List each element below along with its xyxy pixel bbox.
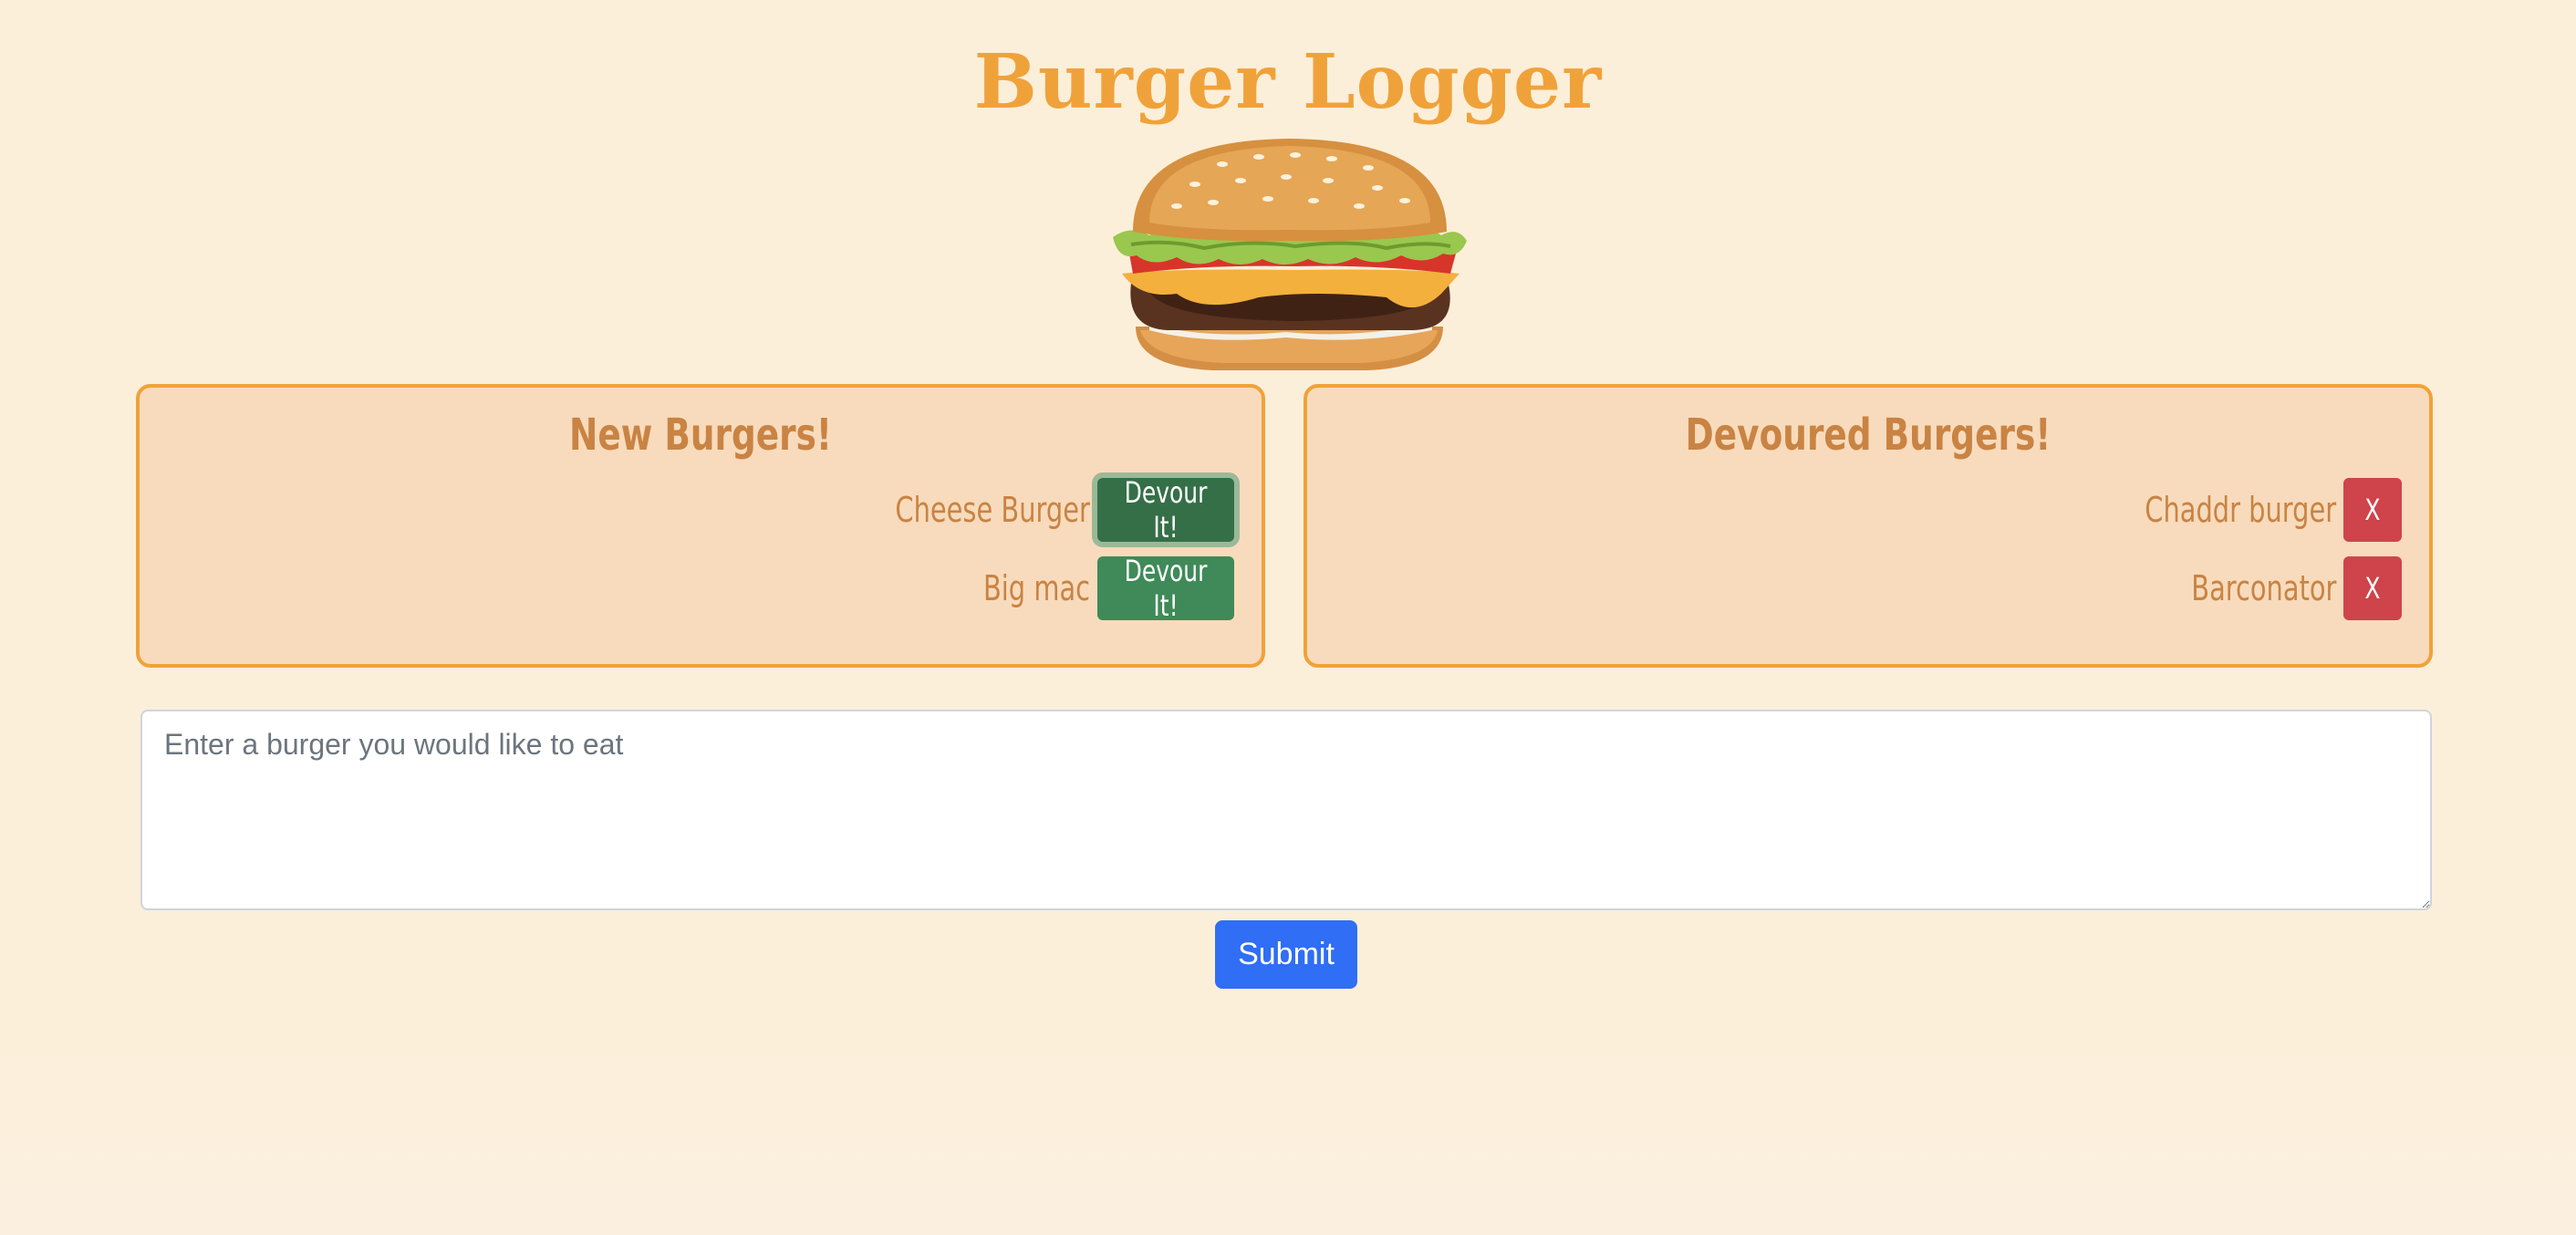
delete-button[interactable]: X (2343, 478, 2402, 542)
devour-button[interactable]: Devour It! (1097, 475, 1234, 545)
list-item: Chaddr burger X (2084, 477, 2402, 543)
list-item: Cheese Burger Devour It! (834, 475, 1234, 545)
burger-input[interactable] (140, 710, 2432, 910)
burger-name: Big mac (982, 568, 1090, 608)
delete-button[interactable]: X (2343, 556, 2402, 620)
list-item: Big mac Devour It! (950, 554, 1234, 623)
devour-button[interactable]: Devour It! (1097, 554, 1234, 623)
burger-image (1113, 139, 1467, 370)
submit-button[interactable]: Submit (1215, 920, 1357, 989)
new-burgers-panel: New Burgers! Cheese Burger Devour It! Bi… (136, 384, 1265, 668)
burger-name: Chaddr burger (2145, 490, 2336, 530)
burger-name: Cheese Burger (895, 490, 1090, 530)
delete-button-label: X (2364, 571, 2381, 606)
devour-button-label: Devour It! (1124, 554, 1208, 623)
devour-button-label: Devour It! (1124, 475, 1208, 545)
burger-name: Barconator (2190, 568, 2336, 608)
delete-button-label: X (2364, 493, 2381, 527)
devoured-burgers-panel: Devoured Burgers! Chaddr burger X Barcon… (1304, 384, 2433, 668)
page-title: Burger Logger (973, 38, 1603, 126)
devoured-burgers-title: Devoured Burgers! (1685, 410, 2051, 461)
new-burgers-title: New Burgers! (568, 410, 833, 461)
list-item: Barconator X (2145, 555, 2402, 621)
